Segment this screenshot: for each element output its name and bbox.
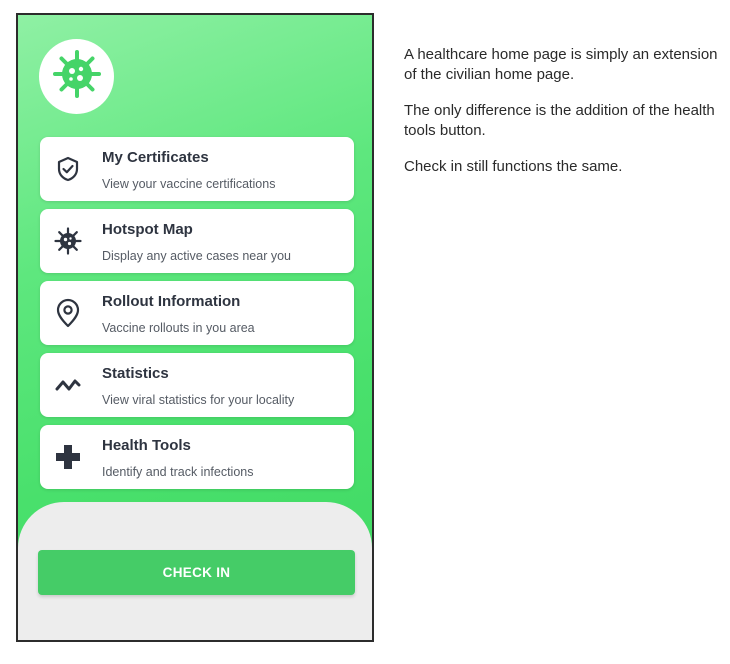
virus-icon xyxy=(52,225,84,257)
description-text: A healthcare home page is simply an exte… xyxy=(404,45,724,193)
description-paragraph: Check in still functions the same. xyxy=(404,158,623,175)
menu-item-title: Statistics xyxy=(102,365,169,382)
description-paragraph: The only difference is the addition of t… xyxy=(404,102,715,139)
menu-item-hotspot-map[interactable]: Hotspot Map Display any active cases nea… xyxy=(40,209,354,273)
menu-item-title: My Certificates xyxy=(102,149,209,166)
check-in-button[interactable]: CHECK IN xyxy=(38,550,355,595)
trend-line-icon xyxy=(52,369,84,401)
menu-item-statistics[interactable]: Statistics View viral statistics for you… xyxy=(40,353,354,417)
virus-icon xyxy=(49,46,105,107)
plus-cross-icon xyxy=(52,441,84,473)
shield-check-icon xyxy=(52,153,84,185)
menu-item-title: Health Tools xyxy=(102,437,191,454)
menu-item-subtitle: View your vaccine certifications xyxy=(102,177,276,191)
app-logo xyxy=(39,39,114,114)
menu-item-health-tools[interactable]: Health Tools Identify and track infectio… xyxy=(40,425,354,489)
menu-item-subtitle: Vaccine rollouts in you area xyxy=(102,321,255,335)
menu-item-my-certificates[interactable]: My Certificates View your vaccine certif… xyxy=(40,137,354,201)
phone-screen: My Certificates View your vaccine certif… xyxy=(16,13,374,642)
menu-item-subtitle: Identify and track infections xyxy=(102,465,254,479)
menu-item-subtitle: Display any active cases near you xyxy=(102,249,291,263)
menu-item-title: Hotspot Map xyxy=(102,221,193,238)
description-paragraph: A healthcare home page is simply an exte… xyxy=(404,46,718,83)
menu-item-subtitle: View viral statistics for your locality xyxy=(102,393,295,407)
menu-list: My Certificates View your vaccine certif… xyxy=(40,137,354,497)
menu-item-title: Rollout Information xyxy=(102,293,241,310)
location-pin-icon xyxy=(52,297,84,329)
menu-item-rollout-information[interactable]: Rollout Information Vaccine rollouts in … xyxy=(40,281,354,345)
